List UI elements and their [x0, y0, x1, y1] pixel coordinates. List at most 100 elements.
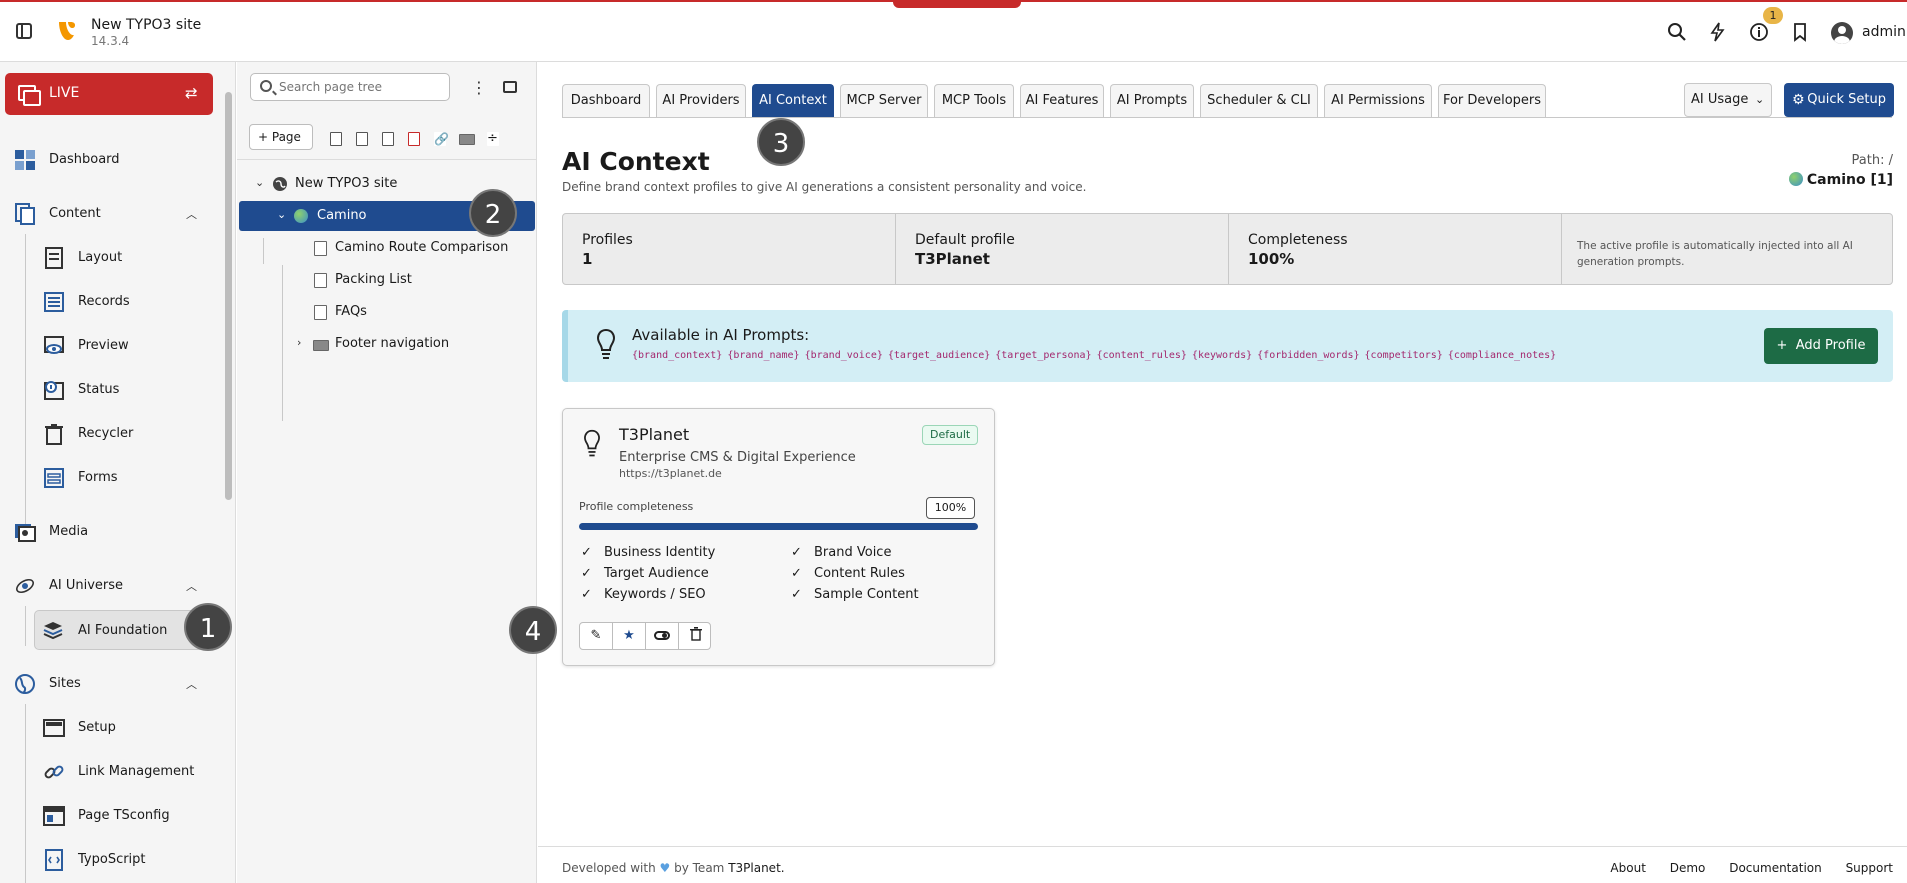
page-type-user-icon[interactable]: [356, 132, 368, 146]
profile-tagline: Enterprise CMS & Digital Experience: [619, 450, 856, 465]
module-link-management[interactable]: Link Management: [0, 752, 220, 792]
footer-link-demo[interactable]: Demo: [1670, 861, 1706, 875]
stats-note: The active profile is automatically inje…: [1577, 240, 1853, 268]
page-subtitle: Define brand context profiles to give AI…: [562, 180, 1087, 194]
module-recycler[interactable]: Recycler: [0, 414, 220, 454]
site-version: 14.3.4: [91, 34, 130, 48]
module-label: Sites: [49, 676, 81, 691]
footer-link-about[interactable]: About: [1610, 861, 1645, 875]
tab-ai-permissions[interactable]: AI Permissions: [1324, 84, 1432, 118]
expand-chevron-icon[interactable]: ›: [297, 336, 301, 349]
collapse-panel-icon[interactable]: [503, 81, 517, 93]
delete-profile-button[interactable]: [679, 623, 712, 649]
setup-icon: [43, 719, 65, 737]
module-label: Preview: [78, 338, 129, 353]
footer-team-link[interactable]: T3Planet.: [728, 861, 784, 875]
tree-node-folder[interactable]: › Footer navigation: [237, 329, 537, 359]
module-label: Layout: [78, 250, 123, 265]
toggle-sidebar-icon[interactable]: [16, 23, 32, 39]
check-label: Content Rules: [814, 566, 905, 581]
tree-node-page[interactable]: FAQs: [237, 297, 537, 327]
module-content[interactable]: Content ︿: [0, 194, 220, 234]
check-icon: ✓: [581, 545, 592, 560]
ai-usage-dropdown[interactable]: AI Usage ⌄: [1684, 83, 1772, 117]
module-label: Media: [49, 524, 89, 539]
page-type-shortcut-icon[interactable]: [382, 132, 394, 146]
tab-ai-prompts[interactable]: AI Prompts: [1110, 84, 1194, 118]
tab-for-developers[interactable]: For Developers: [1438, 84, 1546, 118]
tab-ai-providers[interactable]: AI Providers: [656, 84, 746, 118]
more-options-icon[interactable]: ⋮: [471, 78, 487, 97]
module-ai-universe[interactable]: AI Universe ︿: [0, 566, 220, 606]
module-forms[interactable]: Forms: [0, 458, 220, 498]
page-type-folder-icon[interactable]: [459, 134, 475, 145]
tab-ai-features[interactable]: AI Features: [1020, 84, 1104, 118]
page-icon: [314, 241, 327, 256]
tsconfig-icon: [43, 806, 65, 826]
page-type-standard-icon[interactable]: [330, 132, 342, 146]
live-button[interactable]: LIVE ⇄: [5, 73, 213, 115]
tree-node-page[interactable]: Packing List: [237, 265, 537, 295]
check-icon: ✓: [581, 587, 592, 602]
layout-icon: [45, 247, 63, 269]
module-layout[interactable]: Layout: [0, 238, 220, 278]
site-name[interactable]: New TYPO3 site: [91, 17, 201, 33]
lightbulb-icon: [596, 328, 616, 359]
tab-scheduler-cli[interactable]: Scheduler & CLI: [1200, 84, 1318, 118]
page-type-external-icon[interactable]: [408, 132, 420, 146]
annotation-marker: 2: [469, 189, 517, 237]
footer-link-support[interactable]: Support: [1846, 861, 1893, 875]
module-status[interactable]: Status: [0, 370, 220, 410]
module-label: Link Management: [78, 764, 195, 779]
check-label: Target Audience: [604, 566, 709, 581]
module-setup[interactable]: Setup: [0, 708, 220, 748]
lightbulb-icon: [584, 429, 600, 457]
module-sites[interactable]: Sites ︿: [0, 664, 220, 704]
tab-dashboard[interactable]: Dashboard: [562, 84, 650, 118]
collapse-chevron-icon[interactable]: ︿: [186, 578, 197, 594]
search-icon[interactable]: [1667, 22, 1687, 42]
sidebar-scrollbar[interactable]: [225, 92, 232, 500]
toggle-profile-button[interactable]: [646, 623, 679, 649]
edit-profile-button[interactable]: ✎: [580, 623, 613, 649]
page-type-link-icon[interactable]: 🔗: [434, 132, 449, 146]
submenu-guide: [25, 606, 26, 646]
info-callout: Available in AI Prompts: {brand_context}…: [562, 310, 1893, 382]
tab-ai-context[interactable]: AI Context: [752, 84, 834, 118]
add-profile-button[interactable]: + Add Profile: [1764, 328, 1878, 364]
module-media[interactable]: Media: [0, 512, 220, 552]
module-dashboard[interactable]: Dashboard: [0, 140, 220, 180]
tab-mcp-server[interactable]: MCP Server: [840, 84, 928, 118]
info-icon[interactable]: [1749, 22, 1769, 42]
module-sidebar: LIVE ⇄ Dashboard Content ︿ Layout Record…: [0, 62, 236, 883]
tree-search-input[interactable]: [279, 78, 443, 96]
collapse-chevron-icon[interactable]: ︿: [186, 676, 197, 692]
footer-divider: [538, 846, 1907, 847]
module-label: Status: [78, 382, 120, 397]
module-records[interactable]: Records: [0, 282, 220, 322]
quick-setup-button[interactable]: ⚙ Quick Setup: [1784, 83, 1894, 117]
footer-link-documentation[interactable]: Documentation: [1729, 861, 1822, 875]
set-default-button[interactable]: ★: [613, 623, 646, 649]
user-avatar-icon[interactable]: [1831, 22, 1853, 44]
expand-chevron-icon[interactable]: ⌄: [255, 176, 264, 189]
main-content: Dashboard AI Providers AI Context MCP Se…: [538, 62, 1907, 883]
module-typoscript[interactable]: TypoScript: [0, 840, 220, 880]
switch-workspace-icon[interactable]: ⇄: [185, 84, 198, 102]
new-page-button[interactable]: + Page: [249, 124, 313, 150]
collapse-chevron-icon[interactable]: ︿: [186, 206, 197, 222]
tree-node-page[interactable]: Camino Route Comparison: [237, 233, 537, 263]
bookmark-icon[interactable]: [1790, 22, 1810, 42]
page-type-spacer-icon[interactable]: ÷: [487, 132, 499, 146]
module-page-tsconfig[interactable]: Page TSconfig: [0, 796, 220, 836]
flash-icon[interactable]: [1708, 22, 1728, 42]
user-name[interactable]: admin: [1862, 24, 1906, 40]
expand-chevron-icon[interactable]: ⌄: [277, 208, 286, 221]
typo3-logo-icon: [59, 22, 75, 40]
default-badge: Default: [922, 425, 979, 445]
tree-search-box[interactable]: [250, 73, 450, 101]
tree-node-label: Camino Route Comparison: [335, 240, 509, 255]
module-preview[interactable]: Preview: [0, 326, 220, 366]
tab-mcp-tools[interactable]: MCP Tools: [934, 84, 1014, 118]
check-label: Brand Voice: [814, 545, 892, 560]
